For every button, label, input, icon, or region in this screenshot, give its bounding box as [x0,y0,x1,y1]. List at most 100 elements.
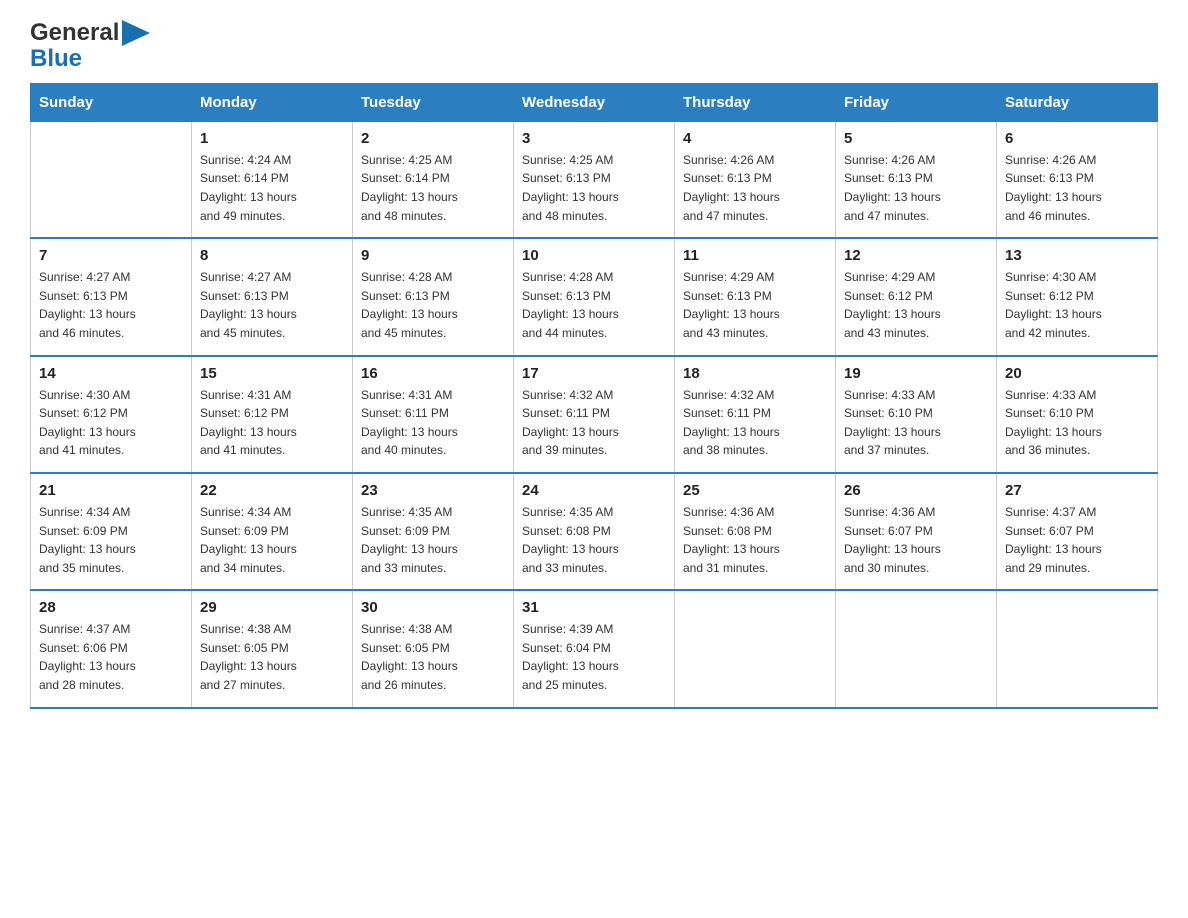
day-info: Sunrise: 4:31 AMSunset: 6:11 PMDaylight:… [361,386,505,460]
calendar-cell: 15 Sunrise: 4:31 AMSunset: 6:12 PMDayligh… [192,356,353,473]
day-number: 30 [361,599,505,616]
logo-general-text: General [30,20,119,46]
logo: General Blue [30,20,152,73]
day-number: 14 [39,365,183,382]
logo-flag-icon [122,20,152,46]
calendar-cell: 28 Sunrise: 4:37 AMSunset: 6:06 PMDayligh… [31,590,192,707]
weekday-header-row: SundayMondayTuesdayWednesdayThursdayFrid… [31,83,1158,121]
day-number: 21 [39,482,183,499]
day-info: Sunrise: 4:26 AMSunset: 6:13 PMDaylight:… [1005,151,1149,225]
day-number: 12 [844,247,988,264]
calendar-cell: 24 Sunrise: 4:35 AMSunset: 6:08 PMDayligh… [514,473,675,590]
calendar-cell: 13Sunrise: 4:30 AMSunset: 6:12 PMDayligh… [997,238,1158,355]
day-info: Sunrise: 4:32 AMSunset: 6:11 PMDaylight:… [683,386,827,460]
day-info: Sunrise: 4:31 AMSunset: 6:12 PMDaylight:… [200,386,344,460]
weekday-header-monday: Monday [192,83,353,121]
day-info: Sunrise: 4:25 AMSunset: 6:14 PMDaylight:… [361,151,505,225]
calendar-cell [675,590,836,707]
weekday-header-sunday: Sunday [31,83,192,121]
day-number: 29 [200,599,344,616]
day-info: Sunrise: 4:36 AMSunset: 6:07 PMDaylight:… [844,503,988,577]
day-number: 9 [361,247,505,264]
day-info: Sunrise: 4:34 AMSunset: 6:09 PMDaylight:… [200,503,344,577]
day-info: Sunrise: 4:37 AMSunset: 6:06 PMDaylight:… [39,620,183,694]
day-number: 3 [522,130,666,147]
calendar-cell: 17 Sunrise: 4:32 AMSunset: 6:11 PMDayligh… [514,356,675,473]
calendar-cell: 30 Sunrise: 4:38 AMSunset: 6:05 PMDayligh… [353,590,514,707]
calendar-week-row: 14 Sunrise: 4:30 AMSunset: 6:12 PMDayligh… [31,356,1158,473]
day-number: 18 [683,365,827,382]
day-number: 6 [1005,130,1149,147]
calendar-cell: 22 Sunrise: 4:34 AMSunset: 6:09 PMDayligh… [192,473,353,590]
day-info: Sunrise: 4:25 AMSunset: 6:13 PMDaylight:… [522,151,666,225]
calendar-cell: 27 Sunrise: 4:37 AMSunset: 6:07 PMDayligh… [997,473,1158,590]
calendar-week-row: 1 Sunrise: 4:24 AMSunset: 6:14 PMDaylight… [31,121,1158,238]
calendar-cell: 3 Sunrise: 4:25 AMSunset: 6:13 PMDaylight… [514,121,675,238]
day-number: 13 [1005,247,1149,264]
day-info: Sunrise: 4:33 AMSunset: 6:10 PMDaylight:… [1005,386,1149,460]
day-info: Sunrise: 4:27 AMSunset: 6:13 PMDaylight:… [39,268,183,342]
day-number: 23 [361,482,505,499]
page-header: General Blue [30,20,1158,73]
day-info: Sunrise: 4:36 AMSunset: 6:08 PMDaylight:… [683,503,827,577]
calendar-cell: 10 Sunrise: 4:28 AMSunset: 6:13 PMDayligh… [514,238,675,355]
calendar-cell: 14 Sunrise: 4:30 AMSunset: 6:12 PMDayligh… [31,356,192,473]
calendar-cell: 18 Sunrise: 4:32 AMSunset: 6:11 PMDayligh… [675,356,836,473]
calendar-cell: 21 Sunrise: 4:34 AMSunset: 6:09 PMDayligh… [31,473,192,590]
calendar-cell: 7 Sunrise: 4:27 AMSunset: 6:13 PMDaylight… [31,238,192,355]
logo-blue-text: Blue [30,46,152,72]
calendar-cell: 26 Sunrise: 4:36 AMSunset: 6:07 PMDayligh… [836,473,997,590]
day-number: 31 [522,599,666,616]
day-info: Sunrise: 4:37 AMSunset: 6:07 PMDaylight:… [1005,503,1149,577]
calendar-cell: 31Sunrise: 4:39 AMSunset: 6:04 PMDayligh… [514,590,675,707]
day-info: Sunrise: 4:35 AMSunset: 6:08 PMDaylight:… [522,503,666,577]
day-number: 17 [522,365,666,382]
day-info: Sunrise: 4:27 AMSunset: 6:13 PMDaylight:… [200,268,344,342]
calendar-week-row: 28 Sunrise: 4:37 AMSunset: 6:06 PMDayligh… [31,590,1158,707]
calendar-cell [997,590,1158,707]
day-number: 4 [683,130,827,147]
day-info: Sunrise: 4:34 AMSunset: 6:09 PMDaylight:… [39,503,183,577]
day-number: 7 [39,247,183,264]
weekday-header-thursday: Thursday [675,83,836,121]
day-number: 25 [683,482,827,499]
day-info: Sunrise: 4:26 AMSunset: 6:13 PMDaylight:… [683,151,827,225]
calendar-cell: 2Sunrise: 4:25 AMSunset: 6:14 PMDaylight… [353,121,514,238]
calendar-cell: 19 Sunrise: 4:33 AMSunset: 6:10 PMDayligh… [836,356,997,473]
day-number: 11 [683,247,827,264]
calendar-cell: 5Sunrise: 4:26 AMSunset: 6:13 PMDaylight… [836,121,997,238]
day-info: Sunrise: 4:28 AMSunset: 6:13 PMDaylight:… [361,268,505,342]
calendar-week-row: 7 Sunrise: 4:27 AMSunset: 6:13 PMDaylight… [31,238,1158,355]
day-info: Sunrise: 4:35 AMSunset: 6:09 PMDaylight:… [361,503,505,577]
calendar-cell: 4 Sunrise: 4:26 AMSunset: 6:13 PMDaylight… [675,121,836,238]
weekday-header-wednesday: Wednesday [514,83,675,121]
weekday-header-tuesday: Tuesday [353,83,514,121]
day-number: 20 [1005,365,1149,382]
day-info: Sunrise: 4:28 AMSunset: 6:13 PMDaylight:… [522,268,666,342]
calendar-cell: 12Sunrise: 4:29 AMSunset: 6:12 PMDayligh… [836,238,997,355]
calendar-cell: 6 Sunrise: 4:26 AMSunset: 6:13 PMDaylight… [997,121,1158,238]
day-number: 26 [844,482,988,499]
day-number: 22 [200,482,344,499]
day-number: 19 [844,365,988,382]
calendar-cell: 16Sunrise: 4:31 AMSunset: 6:11 PMDayligh… [353,356,514,473]
calendar-cell: 25 Sunrise: 4:36 AMSunset: 6:08 PMDayligh… [675,473,836,590]
day-number: 10 [522,247,666,264]
calendar-table: SundayMondayTuesdayWednesdayThursdayFrid… [30,83,1158,709]
day-number: 5 [844,130,988,147]
day-info: Sunrise: 4:33 AMSunset: 6:10 PMDaylight:… [844,386,988,460]
calendar-cell: 1 Sunrise: 4:24 AMSunset: 6:14 PMDaylight… [192,121,353,238]
calendar-cell [836,590,997,707]
day-info: Sunrise: 4:32 AMSunset: 6:11 PMDaylight:… [522,386,666,460]
day-info: Sunrise: 4:30 AMSunset: 6:12 PMDaylight:… [39,386,183,460]
day-info: Sunrise: 4:38 AMSunset: 6:05 PMDaylight:… [361,620,505,694]
day-number: 15 [200,365,344,382]
day-number: 24 [522,482,666,499]
day-info: Sunrise: 4:24 AMSunset: 6:14 PMDaylight:… [200,151,344,225]
day-number: 1 [200,130,344,147]
day-info: Sunrise: 4:38 AMSunset: 6:05 PMDaylight:… [200,620,344,694]
day-number: 28 [39,599,183,616]
day-number: 8 [200,247,344,264]
day-number: 27 [1005,482,1149,499]
calendar-cell: 29 Sunrise: 4:38 AMSunset: 6:05 PMDayligh… [192,590,353,707]
